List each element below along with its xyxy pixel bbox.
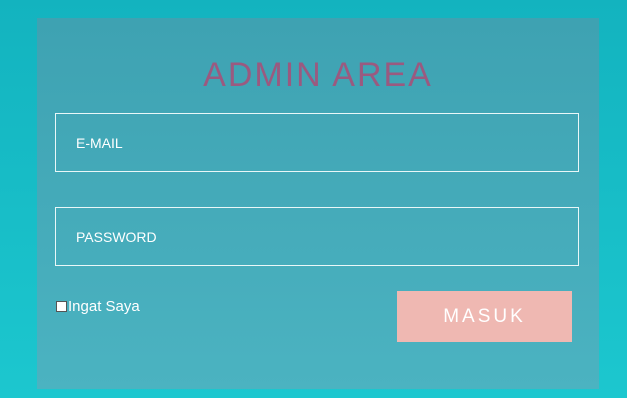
page-background: ADMIN AREA Ingat Saya MASUK [0,0,627,398]
remember-me-checkbox[interactable] [56,301,67,312]
remember-me[interactable]: Ingat Saya [56,298,140,315]
password-field[interactable] [55,207,579,266]
login-button[interactable]: MASUK [397,291,572,342]
login-panel: ADMIN AREA Ingat Saya MASUK [37,18,599,389]
email-field[interactable] [55,113,579,172]
remember-me-label: Ingat Saya [68,298,140,315]
page-title: ADMIN AREA [203,56,433,94]
